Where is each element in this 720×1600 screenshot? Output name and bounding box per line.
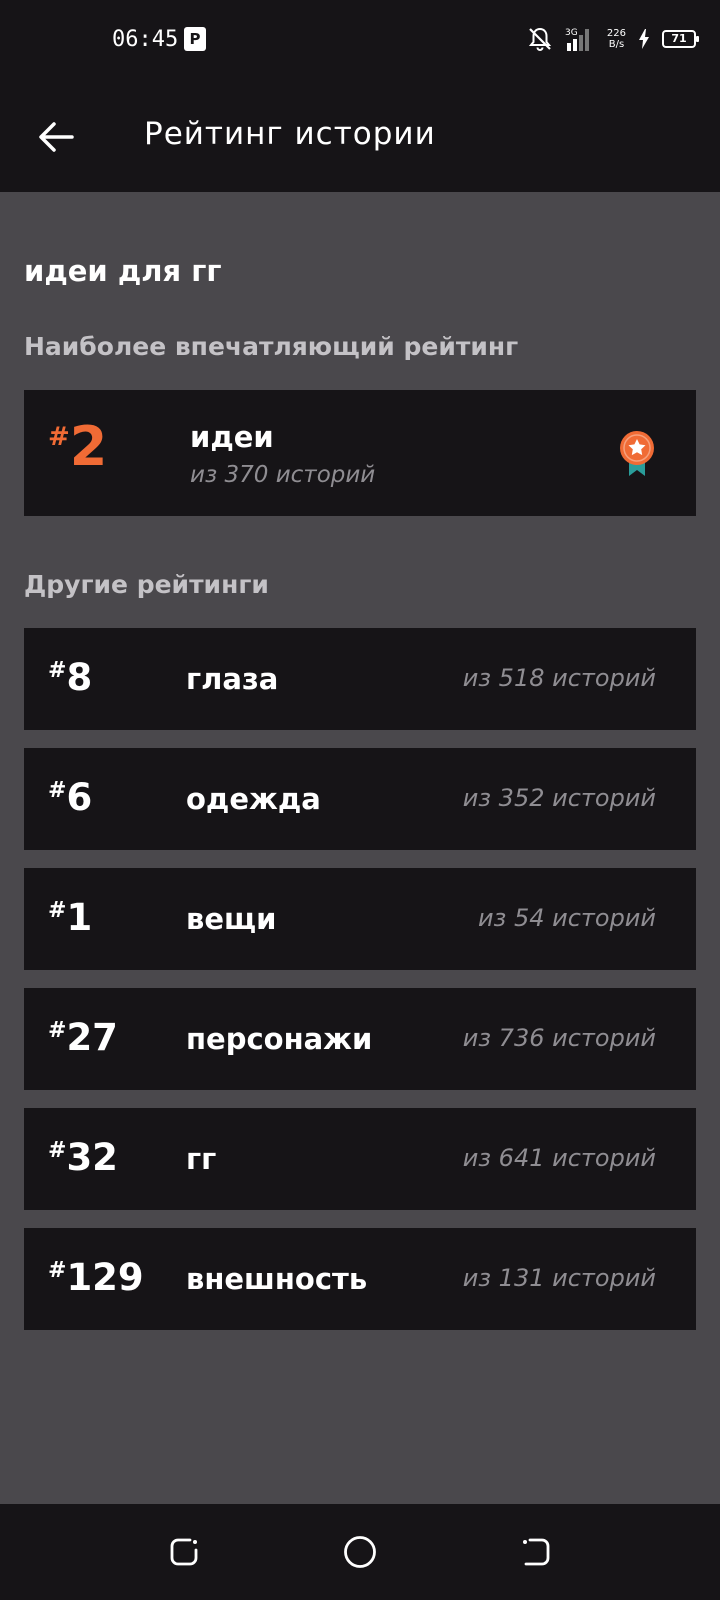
status-time: 06:45 <box>112 27 179 52</box>
rank-subtitle: из 641 историй <box>462 1144 656 1172</box>
home-icon <box>344 1536 376 1568</box>
rank-hash: # <box>48 778 67 803</box>
rank-card[interactable]: #27 персонажи из 736 историй <box>24 988 696 1090</box>
rank-hash: # <box>48 658 67 683</box>
rank-number: 32 <box>66 1136 118 1179</box>
rank-category: одежда <box>186 782 321 816</box>
story-title: идеи для гг <box>24 254 222 288</box>
rank-subtitle: из 736 историй <box>462 1024 656 1052</box>
featured-rank-card[interactable]: #2 идеи из 370 историй <box>24 390 696 516</box>
rank-subtitle: из 518 историй <box>462 664 656 692</box>
rank: #8 <box>48 656 92 700</box>
muted-bell-icon <box>528 27 552 51</box>
rank: #32 <box>48 1136 118 1180</box>
rank-number: 1 <box>66 896 93 939</box>
net-speed: 226 B/s <box>607 28 626 50</box>
rank-number: 129 <box>66 1256 144 1299</box>
nav-back-button[interactable] <box>516 1532 556 1572</box>
rank-card[interactable]: #1 вещи из 54 историй <box>24 868 696 970</box>
rank-card[interactable]: #129 внешность из 131 историй <box>24 1228 696 1330</box>
rank-subtitle: из 54 историй <box>477 904 656 932</box>
rank-hash: # <box>48 422 70 452</box>
rank-number: 2 <box>69 415 108 478</box>
medal-icon <box>620 431 654 476</box>
battery-icon: 71 <box>662 30 699 48</box>
rank-subtitle: из 131 историй <box>462 1264 656 1292</box>
rank-category: вещи <box>186 902 277 936</box>
rank-number: 6 <box>66 776 93 819</box>
net-speed-value: 226 <box>606 28 626 39</box>
recents-icon <box>170 1538 198 1566</box>
rank-card[interactable]: #6 одежда из 352 историй <box>24 748 696 850</box>
back-arrow-icon <box>39 122 74 152</box>
charging-icon <box>639 29 649 49</box>
app-bar: Рейтинг истории <box>0 80 720 192</box>
back-icon <box>523 1538 550 1566</box>
rank-subtitle: из 352 историй <box>462 784 656 812</box>
rank-category: гг <box>186 1142 217 1176</box>
page-title: Рейтинг истории <box>144 116 436 152</box>
net-speed-unit: B/s <box>608 39 625 50</box>
rank: #129 <box>48 1256 144 1300</box>
recents-button[interactable] <box>164 1532 204 1572</box>
status-icons: 3G 226 B/s 71 <box>527 24 699 54</box>
rank-category: внешность <box>186 1262 368 1296</box>
status-bar: 06:45 P 3G 226 B/s 71 <box>0 0 720 80</box>
rank: #27 <box>48 1016 118 1060</box>
featured-rank: #2 <box>48 418 107 476</box>
rank-hash: # <box>48 1018 67 1043</box>
others-section-label: Другие рейтинги <box>24 570 269 599</box>
home-button[interactable] <box>340 1532 380 1572</box>
svg-text:3G: 3G <box>565 28 578 38</box>
rank-number: 27 <box>66 1016 118 1059</box>
rank: #1 <box>48 896 92 940</box>
rank-hash: # <box>48 898 67 923</box>
featured-subtitle: из 370 историй <box>190 462 376 488</box>
rank-hash: # <box>48 1138 67 1163</box>
rank: #6 <box>48 776 92 820</box>
rank-number: 8 <box>66 656 93 699</box>
signal-icon: 3G <box>565 28 589 51</box>
featured-section-label: Наиболее впечатляющий рейтинг <box>24 332 519 361</box>
rank-hash: # <box>48 1258 67 1283</box>
system-nav-bar <box>0 1504 720 1600</box>
rank-category: персонажи <box>186 1022 373 1056</box>
rank-card[interactable]: #32 гг из 641 историй <box>24 1108 696 1210</box>
featured-category: идеи <box>190 420 274 454</box>
rank-category: глаза <box>186 662 279 696</box>
rank-card[interactable]: #8 глаза из 518 историй <box>24 628 696 730</box>
back-button[interactable] <box>32 113 80 161</box>
notification-p-icon: P <box>184 27 206 51</box>
